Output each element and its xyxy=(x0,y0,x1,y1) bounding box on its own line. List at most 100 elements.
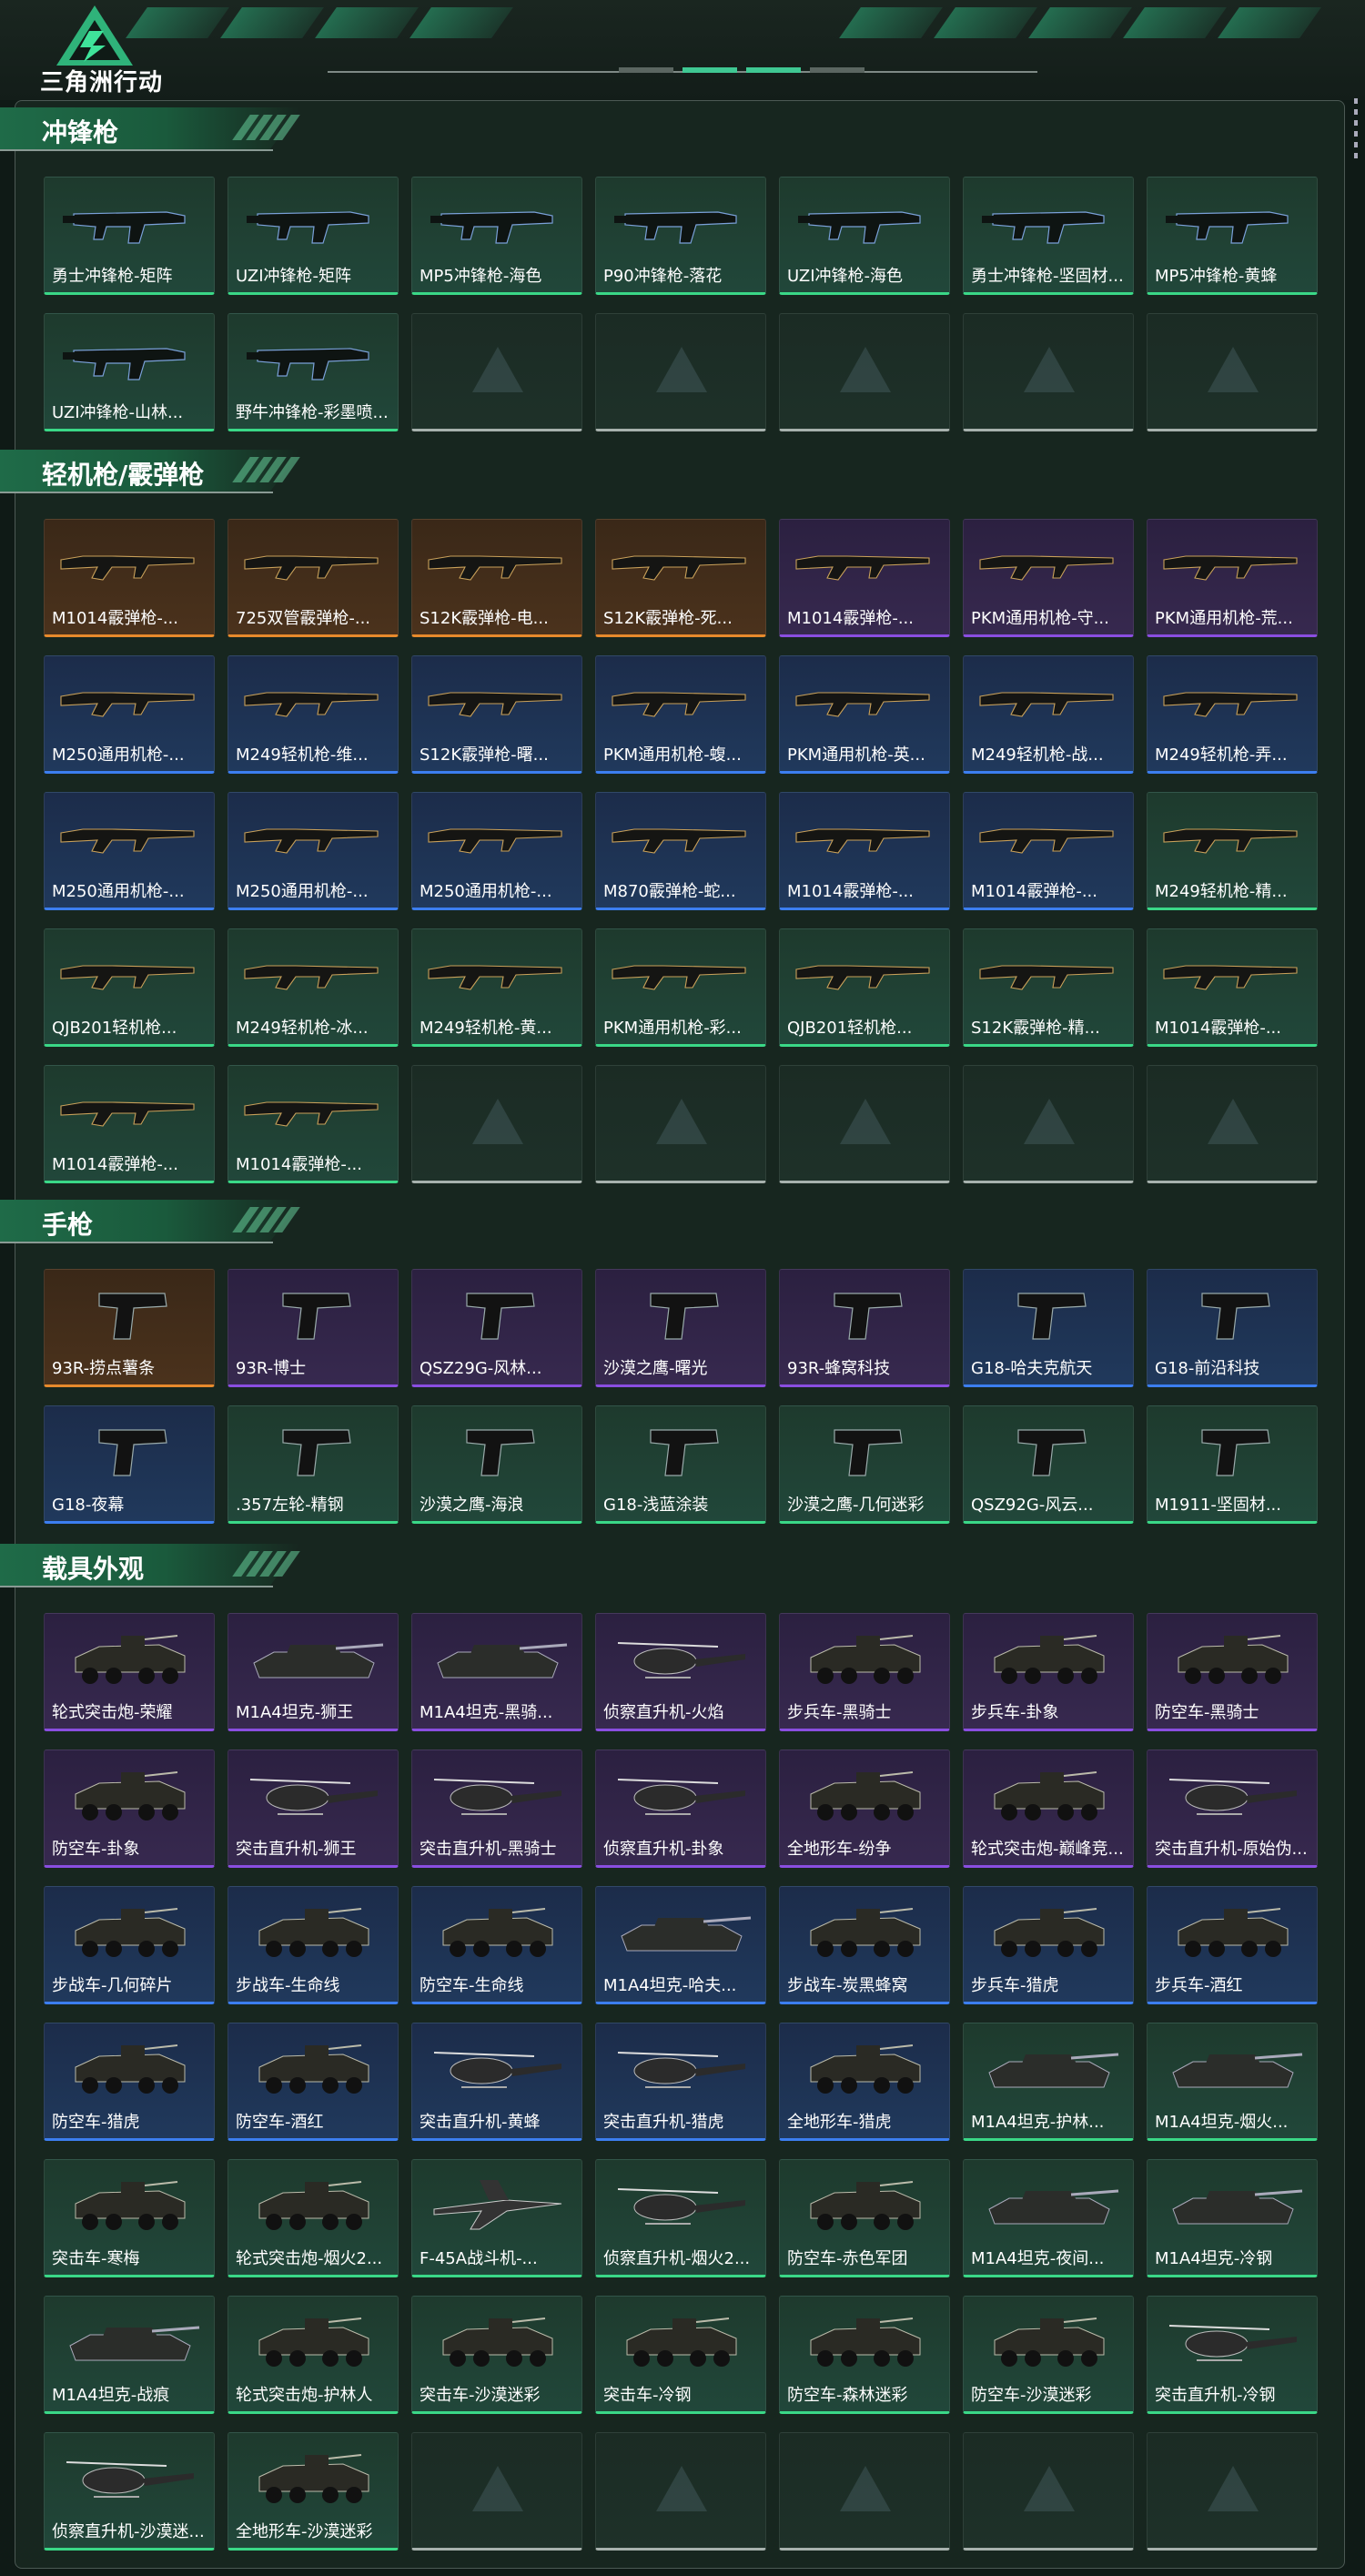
item-card[interactable]: M1A4坦克-烟火... xyxy=(1147,2023,1318,2141)
item-card[interactable]: 突击直升机-黄蜂 xyxy=(411,2023,582,2141)
item-card[interactable]: 防空车-森林迷彩 xyxy=(779,2296,950,2414)
item-card[interactable]: M1014霰弹枪-... xyxy=(1147,928,1318,1047)
item-card[interactable]: 防空车-生命线 xyxy=(411,1886,582,2004)
item-card[interactable]: M249轻机枪-精... xyxy=(1147,792,1318,910)
item-card[interactable]: M1014霰弹枪-... xyxy=(44,519,215,637)
item-card[interactable]: PKM通用机枪-蝮... xyxy=(595,655,766,774)
item-card[interactable]: 勇士冲锋枪-坚固材... xyxy=(963,177,1134,295)
item-card[interactable]: 93R-蜂窝科技 xyxy=(779,1269,950,1387)
item-card[interactable]: 沙漠之鹰-曙光 xyxy=(595,1269,766,1387)
item-card[interactable]: QJB201轻机枪... xyxy=(44,928,215,1047)
item-card[interactable]: M1014霰弹枪-... xyxy=(228,1065,399,1183)
item-card[interactable]: M1014霰弹枪-... xyxy=(44,1065,215,1183)
item-card[interactable]: M250通用机枪-... xyxy=(44,792,215,910)
item-card[interactable]: 全地形车-猎虎 xyxy=(779,2023,950,2141)
item-card[interactable]: 突击车-沙漠迷彩 xyxy=(411,2296,582,2414)
item-card[interactable]: MP5冲锋枪-黄蜂 xyxy=(1147,177,1318,295)
item-card[interactable]: 步兵车-猎虎 xyxy=(963,1886,1134,2004)
item-card[interactable]: P90冲锋枪-落花 xyxy=(595,177,766,295)
scrollbar[interactable] xyxy=(1354,98,1358,162)
item-card[interactable]: 突击直升机-黑骑士 xyxy=(411,1749,582,1868)
item-card[interactable]: PKM通用机枪-守... xyxy=(963,519,1134,637)
item-card[interactable]: 步战车-几何碎片 xyxy=(44,1886,215,2004)
item-card[interactable]: 防空车-黑骑士 xyxy=(1147,1613,1318,1731)
item-card[interactable]: M249轻机枪-冰... xyxy=(228,928,399,1047)
item-card[interactable]: UZI冲锋枪-海色 xyxy=(779,177,950,295)
item-card[interactable]: M249轻机枪-黄... xyxy=(411,928,582,1047)
item-card[interactable]: 侦察直升机-烟火2... xyxy=(595,2159,766,2277)
item-card[interactable]: UZI冲锋枪-山林... xyxy=(44,313,215,431)
item-card[interactable]: 突击直升机-猎虎 xyxy=(595,2023,766,2141)
item-card[interactable]: G18-夜幕 xyxy=(44,1405,215,1524)
item-card[interactable]: 野牛冲锋枪-彩墨喷... xyxy=(228,313,399,431)
item-card[interactable]: 防空车-酒红 xyxy=(228,2023,399,2141)
item-card[interactable]: 93R-捞点薯条 xyxy=(44,1269,215,1387)
item-card[interactable]: QSZ29G-风林... xyxy=(411,1269,582,1387)
item-card[interactable]: M249轻机枪-战... xyxy=(963,655,1134,774)
item-card[interactable]: 突击直升机-冷钢 xyxy=(1147,2296,1318,2414)
item-card[interactable]: UZI冲锋枪-矩阵 xyxy=(228,177,399,295)
item-card[interactable]: 侦察直升机-卦象 xyxy=(595,1749,766,1868)
item-card[interactable]: 突击直升机-狮王 xyxy=(228,1749,399,1868)
item-card[interactable]: M250通用机枪-... xyxy=(44,655,215,774)
item-card[interactable]: M1014霰弹枪-... xyxy=(779,519,950,637)
item-card[interactable]: .357左轮-精钢 xyxy=(228,1405,399,1524)
item-card[interactable]: 防空车-沙漠迷彩 xyxy=(963,2296,1134,2414)
item-card[interactable]: F-45A战斗机-... xyxy=(411,2159,582,2277)
item-card[interactable]: 防空车-赤色军团 xyxy=(779,2159,950,2277)
item-card[interactable]: 轮式突击炮-烟火2... xyxy=(228,2159,399,2277)
item-card[interactable]: M1014霰弹枪-... xyxy=(963,792,1134,910)
item-card[interactable]: 轮式突击炮-护林人 xyxy=(228,2296,399,2414)
item-card[interactable]: 步兵车-酒红 xyxy=(1147,1886,1318,2004)
item-card[interactable]: 步战车-生命线 xyxy=(228,1886,399,2004)
item-card[interactable]: 步兵车-黑骑士 xyxy=(779,1613,950,1731)
item-card[interactable]: 725双管霰弹枪-... xyxy=(228,519,399,637)
item-card[interactable]: 侦察直升机-沙漠迷... xyxy=(44,2432,215,2551)
item-card[interactable]: MP5冲锋枪-海色 xyxy=(411,177,582,295)
item-card[interactable]: M249轻机枪-弄... xyxy=(1147,655,1318,774)
item-card[interactable]: M1A4坦克-冷钢 xyxy=(1147,2159,1318,2277)
item-card[interactable]: PKM通用机枪-彩... xyxy=(595,928,766,1047)
item-card[interactable]: PKM通用机枪-英... xyxy=(779,655,950,774)
item-card[interactable]: S12K霰弹枪-曙... xyxy=(411,655,582,774)
item-card[interactable]: M1A4坦克-夜间... xyxy=(963,2159,1134,2277)
item-card[interactable]: M250通用机枪-... xyxy=(411,792,582,910)
item-card[interactable]: 全地形车-沙漠迷彩 xyxy=(228,2432,399,2551)
item-card[interactable]: 93R-博士 xyxy=(228,1269,399,1387)
item-card[interactable]: S12K霰弹枪-死... xyxy=(595,519,766,637)
item-card[interactable]: 沙漠之鹰-海浪 xyxy=(411,1405,582,1524)
item-card[interactable]: 突击车-寒梅 xyxy=(44,2159,215,2277)
vehicle-icon xyxy=(57,2036,203,2100)
item-card[interactable]: 突击车-冷钢 xyxy=(595,2296,766,2414)
item-card[interactable]: 步兵车-卦象 xyxy=(963,1613,1134,1731)
item-card[interactable]: 全地形车-纷争 xyxy=(779,1749,950,1868)
item-card[interactable]: M1A4坦克-狮王 xyxy=(228,1613,399,1731)
item-card[interactable]: QSZ92G-风云... xyxy=(963,1405,1134,1524)
item-card[interactable]: M1A4坦克-战痕 xyxy=(44,2296,215,2414)
item-card[interactable]: M1911-坚固材... xyxy=(1147,1405,1318,1524)
item-card[interactable]: 勇士冲锋枪-矩阵 xyxy=(44,177,215,295)
item-card[interactable]: 步战车-炭黑蜂窝 xyxy=(779,1886,950,2004)
item-card[interactable]: M1014霰弹枪-... xyxy=(779,792,950,910)
item-card[interactable]: 轮式突击炮-荣耀 xyxy=(44,1613,215,1731)
item-card[interactable]: 突击直升机-原始伪... xyxy=(1147,1749,1318,1868)
item-card[interactable]: 沙漠之鹰-几何迷彩 xyxy=(779,1405,950,1524)
item-card[interactable]: 轮式突击炮-巅峰竞... xyxy=(963,1749,1134,1868)
item-card[interactable]: S12K霰弹枪-精... xyxy=(963,928,1134,1047)
item-card[interactable]: M250通用机枪-... xyxy=(228,792,399,910)
item-card[interactable]: 侦察直升机-火焰 xyxy=(595,1613,766,1731)
item-card[interactable]: M249轻机枪-维... xyxy=(228,655,399,774)
item-card[interactable]: G18-前沿科技 xyxy=(1147,1269,1318,1387)
item-card[interactable]: QJB201轻机枪... xyxy=(779,928,950,1047)
item-card[interactable]: 防空车-猎虎 xyxy=(44,2023,215,2141)
item-card[interactable]: 防空车-卦象 xyxy=(44,1749,215,1868)
item-card[interactable]: M1A4坦克-黑骑... xyxy=(411,1613,582,1731)
item-name: 突击直升机-原始伪... xyxy=(1155,1840,1308,1859)
item-card[interactable]: M1A4坦克-哈夫... xyxy=(595,1886,766,2004)
item-card[interactable]: M1A4坦克-护林... xyxy=(963,2023,1134,2141)
item-card[interactable]: S12K霰弹枪-电... xyxy=(411,519,582,637)
item-card[interactable]: M870霰弹枪-蛇... xyxy=(595,792,766,910)
item-card[interactable]: G18-哈夫克航天 xyxy=(963,1269,1134,1387)
item-card[interactable]: PKM通用机枪-荒... xyxy=(1147,519,1318,637)
item-card[interactable]: G18-浅蓝涂装 xyxy=(595,1405,766,1524)
